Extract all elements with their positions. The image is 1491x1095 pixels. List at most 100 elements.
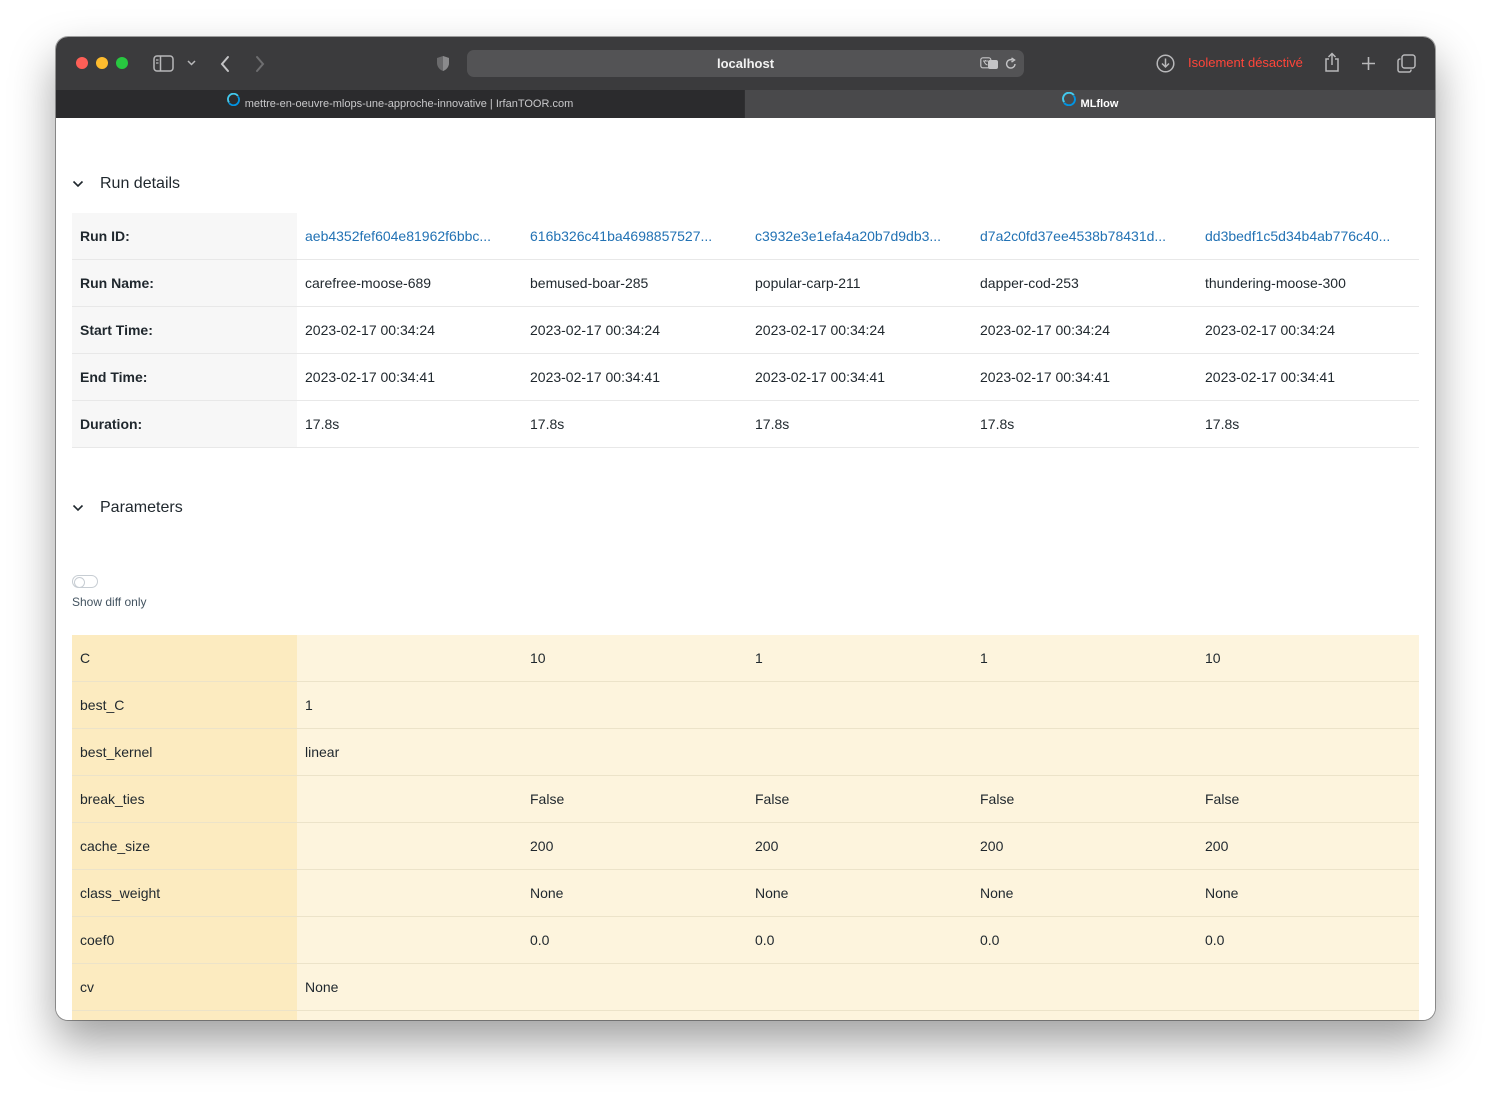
param-value xyxy=(972,681,1197,729)
tab-overview-icon[interactable] xyxy=(1397,54,1416,73)
table-row: cv None xyxy=(72,963,1419,1011)
toggle-knob xyxy=(74,577,85,588)
url-text: localhost xyxy=(716,56,775,71)
table-cell: 17.8s xyxy=(972,400,1197,448)
param-value: 1 xyxy=(972,635,1197,682)
table-row: Duration: 17.8s 17.8s 17.8s 17.8s 17.8s xyxy=(72,400,1419,448)
sidebar-toggle-icon[interactable] xyxy=(153,55,174,72)
tab-mlflow[interactable]: MLflow xyxy=(745,90,1435,118)
show-diff-label: Show diff only xyxy=(72,595,147,609)
param-value: None xyxy=(747,869,972,917)
table-row: best_kernel linear xyxy=(72,728,1419,776)
param-value: None xyxy=(522,869,747,917)
param-name: cache_size xyxy=(72,822,297,870)
show-diff-toggle[interactable] xyxy=(72,575,98,588)
param-value: linear xyxy=(297,728,522,776)
param-value: 200 xyxy=(1197,822,1419,870)
table-row: break_ties False False False False xyxy=(72,775,1419,823)
param-value: 1 xyxy=(297,681,522,729)
zoom-window-button[interactable] xyxy=(116,57,128,69)
table-cell: 2023-02-17 00:34:24 xyxy=(522,306,747,354)
param-value xyxy=(297,916,522,964)
row-label: End Time: xyxy=(72,353,297,401)
browser-window: localhost Isolement désactivé mettre-en-… xyxy=(56,37,1435,1020)
row-label: Start Time: xyxy=(72,306,297,354)
param-value: ovr xyxy=(747,1010,972,1020)
param-value xyxy=(1197,963,1419,1011)
table-cell: 17.8s xyxy=(747,400,972,448)
back-arrow-icon[interactable] xyxy=(219,55,231,73)
param-value xyxy=(522,963,747,1011)
param-value xyxy=(297,635,522,682)
chevron-down-icon xyxy=(72,504,92,512)
table-row: Run Name: carefree-moose-689 bemused-boa… xyxy=(72,259,1419,307)
table-cell: 2023-02-17 00:34:24 xyxy=(297,306,522,354)
table-row: Run ID: aeb4352fef604e81962f6bbc... 616b… xyxy=(72,213,1419,260)
param-value: 10 xyxy=(1197,635,1419,682)
parameters-header[interactable]: Parameters xyxy=(72,496,183,520)
tab-label: mettre-en-oeuvre-mlops-une-approche-inno… xyxy=(244,98,574,110)
table-cell: 2023-02-17 00:34:41 xyxy=(972,353,1197,401)
table-cell: 2023-02-17 00:34:24 xyxy=(747,306,972,354)
param-value: None xyxy=(972,869,1197,917)
downloads-icon[interactable] xyxy=(1156,54,1175,73)
tab-irfantoor[interactable]: mettre-en-oeuvre-mlops-une-approche-inno… xyxy=(56,90,744,118)
new-tab-plus-icon[interactable] xyxy=(1361,56,1376,71)
run-id-link[interactable]: 616b326c41ba4698857527... xyxy=(522,213,747,260)
section-title: Parameters xyxy=(100,499,183,516)
run-id-link[interactable]: aeb4352fef604e81962f6bbc... xyxy=(297,213,522,260)
table-cell: carefree-moose-689 xyxy=(297,259,522,307)
row-label: Duration: xyxy=(72,400,297,448)
param-value: 10 xyxy=(522,635,747,682)
table-cell: 17.8s xyxy=(522,400,747,448)
chevron-down-icon[interactable] xyxy=(187,60,196,66)
param-value: ovr xyxy=(1197,1010,1419,1020)
param-name: class_weight xyxy=(72,869,297,917)
forward-arrow-icon[interactable] xyxy=(254,55,266,73)
reload-icon[interactable] xyxy=(1005,57,1017,70)
run-details-table: Run ID: aeb4352fef604e81962f6bbc... 616b… xyxy=(72,213,1419,448)
param-value: 200 xyxy=(972,822,1197,870)
table-cell: 17.8s xyxy=(1197,400,1419,448)
param-name: cv xyxy=(72,963,297,1011)
row-label: Run ID: xyxy=(72,213,297,260)
param-name: best_C xyxy=(72,681,297,729)
close-window-button[interactable] xyxy=(76,57,88,69)
param-value xyxy=(522,681,747,729)
section-title: Run details xyxy=(100,175,181,192)
run-id-link[interactable]: c3932e3e1efa4a20b7d9db3... xyxy=(747,213,972,260)
mlflow-favicon-icon xyxy=(226,89,240,117)
param-name: coef0 xyxy=(72,916,297,964)
run-details-header[interactable]: Run details xyxy=(72,172,180,196)
param-value xyxy=(297,775,522,823)
param-value xyxy=(297,869,522,917)
browser-toolbar: localhost Isolement désactivé xyxy=(56,37,1435,91)
run-id-link[interactable]: dd3bedf1c5d34b4ab776c40... xyxy=(1197,213,1419,260)
param-value xyxy=(972,963,1197,1011)
param-value: 200 xyxy=(747,822,972,870)
share-icon[interactable] xyxy=(1324,52,1340,73)
param-value: False xyxy=(522,775,747,823)
param-value xyxy=(1197,681,1419,729)
run-id-link[interactable]: d7a2c0fd37ee4538b78431d... xyxy=(972,213,1197,260)
param-name: decision_function_shape xyxy=(72,1010,297,1020)
param-name: best_kernel xyxy=(72,728,297,776)
param-name: break_ties xyxy=(72,775,297,823)
translate-icon[interactable] xyxy=(980,57,999,70)
param-value: 0.0 xyxy=(1197,916,1419,964)
mlflow-favicon-icon xyxy=(1061,89,1076,117)
param-value: 200 xyxy=(522,822,747,870)
table-cell: 17.8s xyxy=(297,400,522,448)
param-value xyxy=(747,728,972,776)
param-value xyxy=(972,728,1197,776)
minimize-window-button[interactable] xyxy=(96,57,108,69)
table-row: class_weight None None None None xyxy=(72,869,1419,917)
param-value xyxy=(1197,728,1419,776)
table-row: best_C 1 xyxy=(72,681,1419,729)
isolation-status: Isolement désactivé xyxy=(1188,55,1303,70)
address-bar[interactable]: localhost xyxy=(467,50,1024,77)
row-label: Run Name: xyxy=(72,259,297,307)
privacy-shield-icon[interactable] xyxy=(436,55,450,72)
table-cell: 2023-02-17 00:34:41 xyxy=(1197,353,1419,401)
param-value: False xyxy=(1197,775,1419,823)
